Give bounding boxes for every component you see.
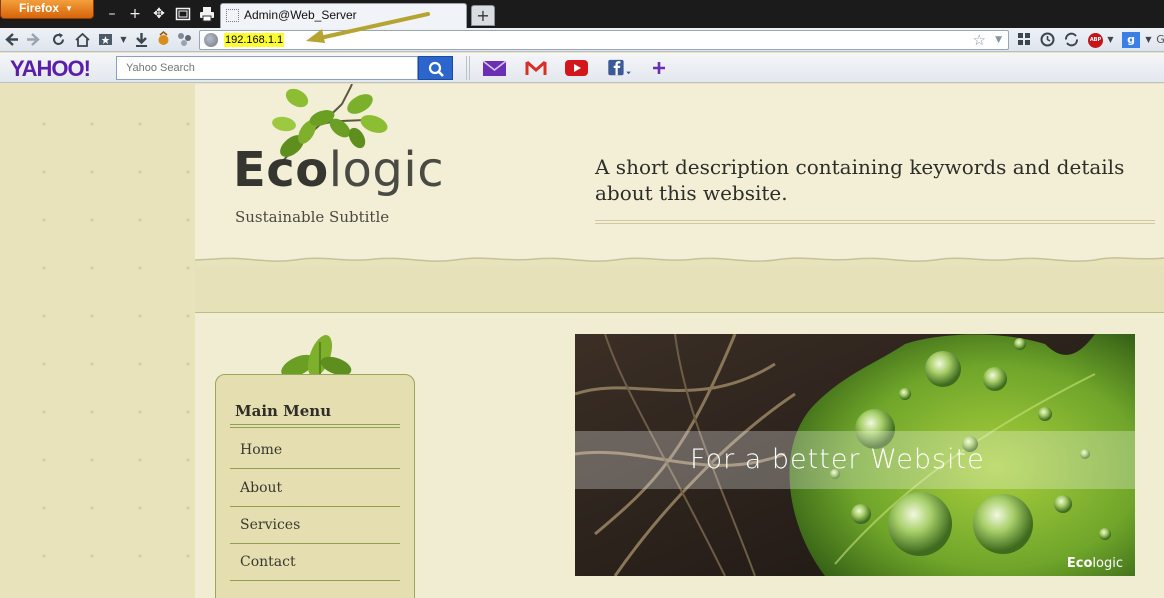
menu-item-services[interactable]: Services — [230, 507, 400, 544]
download-icon[interactable] — [133, 31, 150, 48]
home-icon[interactable] — [74, 31, 91, 48]
brand-light-text: logic — [1092, 556, 1123, 571]
menu-item-contact[interactable]: Contact — [230, 544, 400, 581]
back-icon[interactable] — [3, 31, 20, 48]
decorative-band — [195, 266, 1164, 312]
logo-bold-text: Eco — [233, 142, 329, 198]
chevron-down-icon[interactable]: ▼ — [115, 31, 132, 48]
tab-bar: Firefox ▼ – + ✥ Admin@Web_Server + — [0, 0, 1164, 28]
chevron-down-icon: ▼ — [65, 4, 73, 13]
gmail-icon[interactable] — [525, 59, 547, 77]
sync-icon[interactable] — [1063, 31, 1080, 48]
banner-caption: For a better Website — [575, 431, 1135, 489]
bookmarks-icon[interactable] — [98, 31, 115, 48]
hero-banner: For a better Website Ecologic — [575, 334, 1135, 576]
chevron-down-icon[interactable]: ▼ — [1102, 31, 1119, 48]
banner-brand: Ecologic — [1067, 556, 1123, 571]
toolbar-separator — [466, 56, 470, 80]
forward-icon[interactable] — [25, 31, 42, 48]
google-search-icon[interactable]: g — [1122, 32, 1140, 48]
youtube-icon[interactable] — [564, 59, 589, 77]
search-icon — [428, 61, 444, 77]
history-clock-icon[interactable] — [1039, 31, 1056, 48]
yahoo-logo[interactable]: YAHOO! — [10, 56, 91, 82]
new-tab-button[interactable]: + — [471, 5, 495, 26]
firefox-menu-label: Firefox — [19, 1, 60, 15]
window-icon[interactable] — [175, 6, 191, 22]
site-logo[interactable]: Ecologic — [233, 146, 444, 194]
grid-icon[interactable] — [1016, 31, 1033, 48]
webpage: Ecologic Sustainable Subtitle A short de… — [0, 84, 1164, 598]
yahoo-toolbar: YAHOO! — [0, 53, 1164, 83]
add-icon[interactable] — [650, 59, 668, 77]
menu-item-home[interactable]: Home — [230, 432, 400, 469]
menu-item-about[interactable]: About — [230, 470, 400, 507]
facebook-icon[interactable] — [606, 59, 634, 77]
navigation-bar: ▼ 192.168.1.1 ☆ ▼ ABP ▼ g ▼ G — [0, 28, 1164, 52]
annotation-arrow — [306, 12, 430, 43]
adblock-icon[interactable]: ABP — [1088, 33, 1103, 48]
addon-icon[interactable] — [155, 31, 172, 48]
divider-line — [595, 223, 1155, 224]
divider-line — [230, 424, 400, 428]
yahoo-search-button[interactable] — [418, 56, 453, 80]
yahoo-search-input[interactable] — [116, 56, 418, 80]
minimize-icon[interactable]: – — [104, 6, 120, 22]
print-icon[interactable] — [199, 6, 215, 22]
torn-paper-divider — [195, 252, 1164, 262]
site-description: A short description containing keywords … — [595, 155, 1125, 205]
bookmark-star-icon[interactable]: ☆ — [973, 31, 986, 49]
leaf-icon — [281, 335, 352, 376]
globe-icon — [204, 33, 218, 47]
page-favicon-icon — [226, 9, 239, 22]
brand-bold-text: Eco — [1066, 556, 1093, 571]
main-menu: Main Menu Home About Services Contact — [215, 374, 415, 598]
extension-icon[interactable] — [176, 31, 193, 48]
mail-icon[interactable] — [482, 59, 507, 77]
chevron-down-icon[interactable]: ▼ — [995, 31, 1002, 49]
url-text[interactable]: 192.168.1.1 — [224, 33, 285, 47]
move-icon[interactable]: ✥ — [151, 6, 167, 22]
firefox-menu-button[interactable]: Firefox ▼ — [0, 0, 94, 19]
menu-title: Main Menu — [235, 402, 332, 420]
search-engine-label[interactable]: G — [1152, 31, 1164, 48]
divider-line — [595, 220, 1155, 221]
reload-icon[interactable] — [50, 31, 67, 48]
zoom-in-icon[interactable]: + — [127, 6, 143, 22]
site-subtitle: Sustainable Subtitle — [235, 208, 390, 226]
logo-light-text: logic — [328, 142, 445, 198]
